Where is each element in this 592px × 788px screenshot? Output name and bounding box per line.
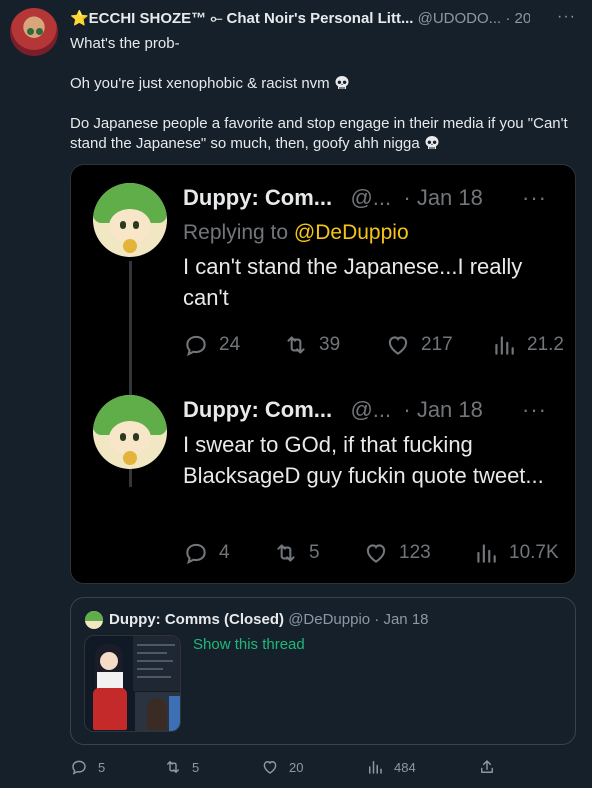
author-handle[interactable]: @UDODO... bbox=[418, 10, 502, 27]
quoted-tweet[interactable]: Duppy: Comms (Closed) @DeDuppio · Jan 18… bbox=[70, 597, 576, 745]
tweet-text: What's the prob- Oh you're just xenophob… bbox=[70, 34, 580, 174]
show-thread-link[interactable]: Show this thread bbox=[193, 636, 305, 653]
tweet-time[interactable]: 20h bbox=[515, 10, 530, 27]
views-icon bbox=[495, 336, 514, 355]
reply-button[interactable]: 5 bbox=[70, 758, 105, 776]
reply-icon bbox=[186, 335, 206, 357]
screenshot-post-header: Duppy: Com... @... · Jan 18 bbox=[183, 185, 483, 210]
screenshot-retweet-count: 39 bbox=[283, 332, 340, 358]
retweet-icon bbox=[167, 761, 179, 773]
screenshot-like-count: 217 bbox=[385, 332, 453, 358]
screenshot-post-text: I swear to GOd, if that fucking Blacksag… bbox=[183, 432, 544, 488]
quoted-tweet-header: Duppy: Comms (Closed) @DeDuppio · Jan 18 bbox=[109, 611, 429, 628]
quoted-author-handle: @DeDuppio bbox=[288, 611, 371, 628]
tweet-paragraph: What's the prob- bbox=[70, 35, 180, 52]
meta-separator: · bbox=[374, 611, 380, 628]
screenshot-post-actions: 24 39 217 21.2 bbox=[183, 332, 575, 362]
tweet-paragraph: Do Japanese people a favorite and stop e… bbox=[70, 115, 568, 152]
screenshot-reply-count: 24 bbox=[183, 332, 240, 358]
reply-icon bbox=[186, 543, 206, 565]
screenshot-more-icon: ··· bbox=[522, 397, 547, 422]
screenshot-view-count: 10.7K bbox=[473, 540, 559, 566]
quoted-author-name: Duppy: Comms (Closed) bbox=[109, 611, 285, 628]
attached-screenshot-image[interactable]: Duppy: Com... @... · Jan 18 ··· Replying… bbox=[70, 164, 576, 584]
retweet-icon bbox=[277, 544, 295, 562]
author-name[interactable]: ⭐ECCHI SHOZE™ ⟜ Chat Noir's Personal Lit… bbox=[70, 10, 413, 27]
meta-separator: · bbox=[505, 10, 511, 27]
screenshot-reply-count: 4 bbox=[183, 540, 230, 566]
skull-icon bbox=[425, 136, 439, 149]
screenshot-like-count: 123 bbox=[363, 540, 431, 566]
share-button[interactable] bbox=[478, 758, 496, 776]
avatar-eye bbox=[27, 28, 34, 35]
share-icon bbox=[481, 760, 493, 773]
views-icon bbox=[477, 544, 496, 563]
skull-icon bbox=[335, 76, 349, 89]
quoted-author-avatar bbox=[85, 611, 103, 629]
screenshot-avatar bbox=[93, 395, 167, 469]
screenshot-avatar bbox=[93, 183, 167, 257]
retweet-icon bbox=[287, 336, 305, 354]
avatar-eye bbox=[36, 28, 43, 35]
screenshot-more-icon: ··· bbox=[522, 185, 547, 210]
tweet-header: ⭐ECCHI SHOZE™ ⟜ Chat Noir's Personal Lit… bbox=[70, 10, 530, 28]
quoted-tweet-date: Jan 18 bbox=[383, 611, 429, 628]
like-count: 20 bbox=[289, 759, 304, 775]
screenshot-view-count: 21.2 bbox=[491, 332, 564, 358]
reply-icon bbox=[72, 760, 86, 775]
like-button[interactable]: 20 bbox=[261, 758, 303, 776]
tweet-paragraph: Oh you're just xenophobic & racist nvm bbox=[70, 74, 580, 94]
more-options-button[interactable]: ··· bbox=[557, 8, 576, 26]
heart-icon bbox=[388, 336, 408, 355]
quoted-tweet-thumbnail[interactable] bbox=[84, 635, 181, 732]
views-button[interactable]: 484 bbox=[366, 758, 416, 776]
screenshot-retweet-count: 5 bbox=[273, 540, 320, 566]
screenshot-post-actions: 4 5 123 10.7K bbox=[183, 540, 575, 570]
retweet-button[interactable]: 5 bbox=[164, 758, 199, 776]
view-count: 484 bbox=[394, 759, 416, 775]
heart-icon bbox=[366, 544, 386, 563]
tweet-actions: 5 5 20 484 bbox=[70, 758, 500, 780]
heart-icon bbox=[263, 761, 277, 774]
author-avatar[interactable] bbox=[10, 8, 58, 56]
screenshot-replying-to: Replying to @DeDuppio bbox=[183, 221, 409, 244]
views-icon bbox=[369, 761, 382, 774]
screenshot-post-header: Duppy: Com... @... · Jan 18 bbox=[183, 397, 483, 422]
retweet-count: 5 bbox=[192, 759, 200, 775]
screenshot-post-text: I can't stand the Japanese...I really ca… bbox=[183, 254, 523, 310]
reply-count: 5 bbox=[98, 759, 106, 775]
